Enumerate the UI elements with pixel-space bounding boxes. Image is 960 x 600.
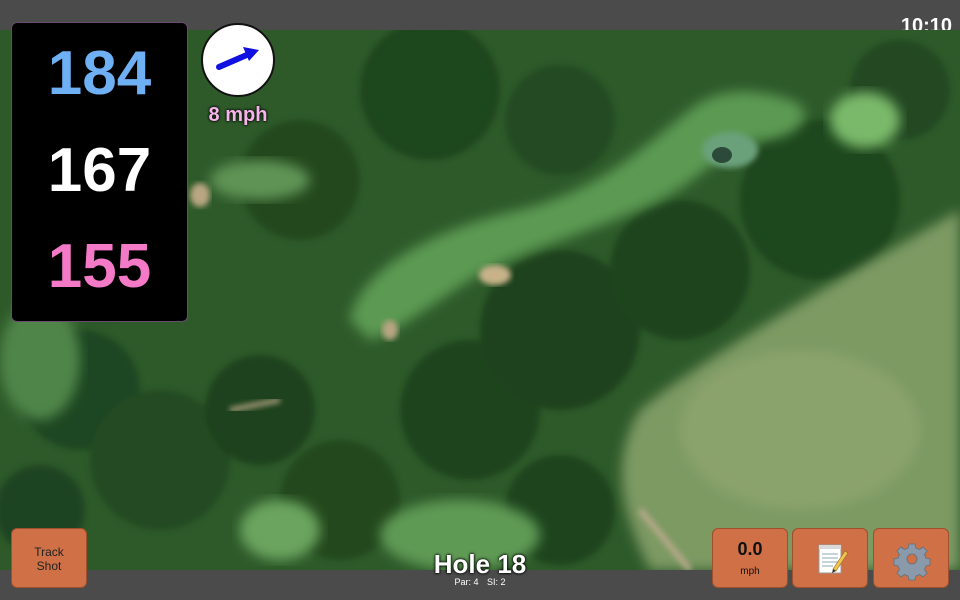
track-shot-label: Track Shot — [34, 545, 64, 573]
wind-speed: 8 mph — [208, 104, 268, 126]
back-distance: 184 — [47, 39, 152, 108]
front-distance: 155 — [47, 232, 152, 301]
arrow-right-icon — [216, 47, 259, 70]
gear-icon — [893, 543, 931, 581]
center-distance: 167 — [47, 136, 152, 205]
wind-direction-dial — [201, 23, 275, 97]
hole-meta: Par: 4 SI: 2 — [380, 577, 580, 587]
stroke-index-label: SI: 2 — [487, 577, 506, 587]
speed-value: 0.0 — [737, 539, 763, 559]
par-label: Par: 4 — [454, 577, 479, 587]
notes-button[interactable] — [792, 528, 868, 588]
settings-button[interactable] — [873, 528, 949, 588]
track-shot-button[interactable]: Track Shot — [11, 528, 87, 588]
notepad-icon — [818, 544, 849, 574]
distance-panel: 184 167 155 — [11, 22, 188, 322]
speed-unit: mph — [740, 566, 760, 577]
speed-button[interactable]: 0.0 mph — [712, 528, 788, 588]
hole-title: Hole 18 — [433, 549, 527, 579]
